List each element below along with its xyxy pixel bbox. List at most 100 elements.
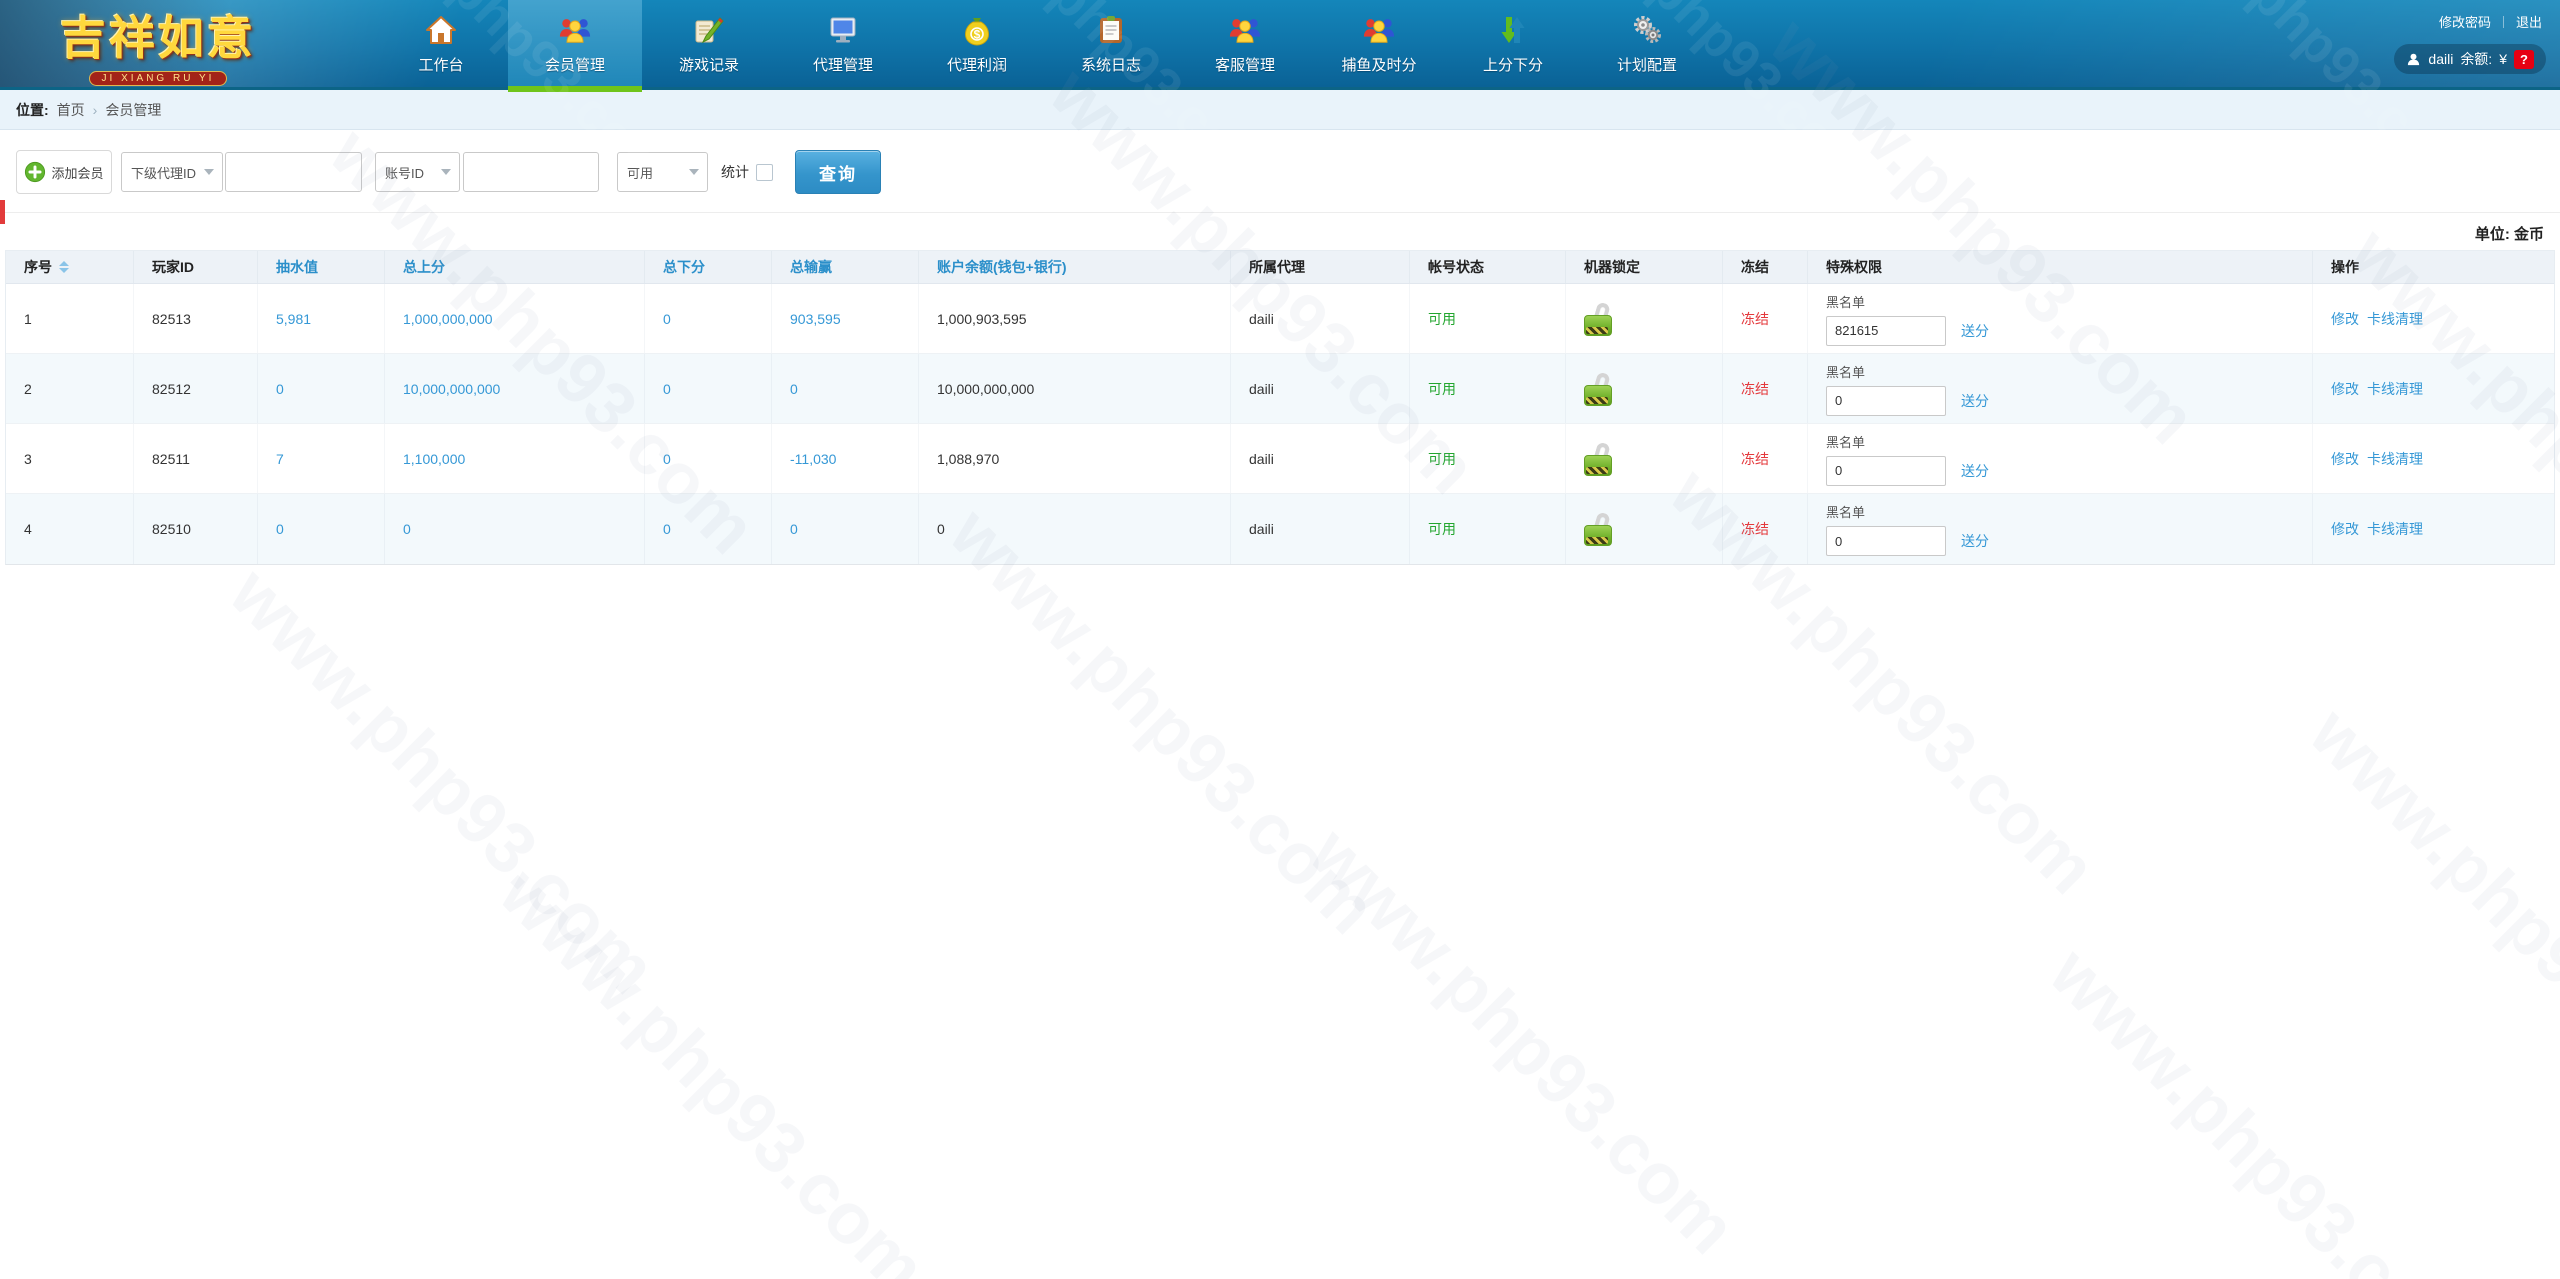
- divider: [2503, 16, 2504, 28]
- edit-link[interactable]: 修改: [2331, 309, 2359, 329]
- up-down-arrows-icon: [1495, 13, 1531, 47]
- account-id-select[interactable]: 账号ID: [375, 152, 460, 192]
- total-down-link[interactable]: 0: [663, 451, 671, 467]
- win-loss-link[interactable]: 0: [790, 381, 798, 397]
- unlock-icon[interactable]: [1584, 302, 1614, 336]
- send-score-input[interactable]: [1826, 526, 1946, 556]
- watermark-text: www.php93.com: [2034, 932, 2492, 1279]
- blacklist-label: 黑名单: [1826, 362, 1865, 381]
- nav-label: 工作台: [418, 54, 463, 75]
- members-icon: [1361, 13, 1397, 47]
- total-up-link[interactable]: 1,100,000: [403, 451, 465, 467]
- nav-item-member-management[interactable]: 会员管理: [508, 0, 642, 89]
- change-password-link[interactable]: 修改密码: [2439, 12, 2491, 31]
- search-button[interactable]: 查询: [795, 150, 881, 194]
- cell-serial: 1: [6, 284, 134, 353]
- header-total-up[interactable]: 总上分: [385, 251, 645, 283]
- username: daili: [2428, 51, 2453, 67]
- nav-label: 代理利润: [947, 54, 1007, 75]
- freeze-link[interactable]: 冻结: [1741, 449, 1769, 469]
- total-down-link[interactable]: 0: [663, 521, 671, 537]
- edit-link[interactable]: 修改: [2331, 449, 2359, 469]
- send-score-link[interactable]: 送分: [1961, 531, 1989, 551]
- header-total-down[interactable]: 总下分: [645, 251, 772, 283]
- rake-link[interactable]: 7: [276, 451, 284, 467]
- add-member-button[interactable]: 添加会员: [16, 150, 112, 194]
- total-down-link[interactable]: 0: [663, 381, 671, 397]
- unlock-icon[interactable]: [1584, 442, 1614, 476]
- send-score-link[interactable]: 送分: [1961, 461, 1989, 481]
- header-rake[interactable]: 抽水值: [258, 251, 385, 283]
- win-loss-link[interactable]: 903,595: [790, 311, 841, 327]
- breadcrumb-home[interactable]: 首页: [57, 100, 85, 120]
- watermark-text: www.php93.com: [214, 552, 672, 1010]
- nav-item-score-up-down[interactable]: 上分下分: [1446, 0, 1580, 89]
- status-select[interactable]: 可用: [617, 152, 708, 192]
- cell-serial: 4: [6, 494, 134, 564]
- clear-line-link[interactable]: 卡线清理: [2367, 379, 2423, 399]
- stats-checkbox[interactable]: [756, 164, 773, 181]
- nav-item-workbench[interactable]: 工作台: [374, 0, 508, 89]
- rake-link[interactable]: 0: [276, 381, 284, 397]
- win-loss-link[interactable]: 0: [790, 521, 798, 537]
- nav-item-agent-profit[interactable]: $ 代理利润: [910, 0, 1044, 89]
- send-score-input[interactable]: [1826, 316, 1946, 346]
- cell-player-id: 82512: [134, 354, 258, 423]
- status-badge: 可用: [1428, 379, 1456, 399]
- nav-item-game-records[interactable]: 游戏记录: [642, 0, 776, 89]
- header-serial[interactable]: 序号: [6, 251, 134, 283]
- unlock-icon[interactable]: [1584, 512, 1614, 546]
- nav-item-system-log[interactable]: 系统日志: [1044, 0, 1178, 89]
- breadcrumb: 位置: 首页 › 会员管理: [0, 90, 2560, 130]
- money-bag-icon: $: [959, 13, 995, 47]
- breadcrumb-separator: ›: [93, 102, 98, 118]
- win-loss-link[interactable]: -11,030: [790, 451, 836, 467]
- freeze-link[interactable]: 冻结: [1741, 519, 1769, 539]
- header-win-loss[interactable]: 总输赢: [772, 251, 919, 283]
- cell-serial: 2: [6, 354, 134, 423]
- edit-link[interactable]: 修改: [2331, 379, 2359, 399]
- nav-label: 计划配置: [1617, 54, 1677, 75]
- nav-item-fishing-points[interactable]: 捕鱼及时分: [1312, 0, 1446, 89]
- account-id-input[interactable]: [463, 152, 599, 192]
- rake-link[interactable]: 5,981: [276, 311, 311, 327]
- nav-item-support-management[interactable]: 客服管理: [1178, 0, 1312, 89]
- clear-line-link[interactable]: 卡线清理: [2367, 519, 2423, 539]
- gears-icon: [1629, 13, 1665, 47]
- balance-refresh-badge[interactable]: ?: [2514, 50, 2534, 69]
- unlock-icon[interactable]: [1584, 372, 1614, 406]
- edit-link[interactable]: 修改: [2331, 519, 2359, 539]
- chevron-down-icon: [441, 169, 451, 175]
- table-header-row: 序号 玩家ID 抽水值 总上分 总下分 总输赢 账户余额(钱包+银行) 所属代理…: [6, 251, 2554, 284]
- plus-icon: [24, 161, 46, 183]
- total-up-link[interactable]: 10,000,000,000: [403, 381, 500, 397]
- clear-line-link[interactable]: 卡线清理: [2367, 309, 2423, 329]
- send-score-link[interactable]: 送分: [1961, 391, 1989, 411]
- rake-link[interactable]: 0: [276, 521, 284, 537]
- total-up-link[interactable]: 0: [403, 521, 411, 537]
- nav-item-plan-config[interactable]: 计划配置: [1580, 0, 1714, 89]
- agent-id-input[interactable]: [225, 152, 362, 192]
- nav-item-agent-management[interactable]: 代理管理: [776, 0, 910, 89]
- total-down-link[interactable]: 0: [663, 311, 671, 327]
- freeze-link[interactable]: 冻结: [1741, 309, 1769, 329]
- topbar-links: 修改密码 退出: [2439, 12, 2542, 31]
- home-icon: [423, 13, 459, 47]
- nav-label: 代理管理: [813, 54, 873, 75]
- nav-label: 游戏记录: [679, 54, 739, 75]
- nav-label: 客服管理: [1215, 54, 1275, 75]
- logout-link[interactable]: 退出: [2516, 12, 2542, 31]
- send-score-link[interactable]: 送分: [1961, 321, 1989, 341]
- nav-label: 上分下分: [1483, 54, 1543, 75]
- cell-balance: 1,088,970: [919, 424, 1231, 493]
- send-score-input[interactable]: [1826, 386, 1946, 416]
- freeze-link[interactable]: 冻结: [1741, 379, 1769, 399]
- cell-player-id: 82511: [134, 424, 258, 493]
- clear-line-link[interactable]: 卡线清理: [2367, 449, 2423, 469]
- user-icon: [2406, 52, 2421, 67]
- agent-id-select[interactable]: 下级代理ID: [121, 152, 223, 192]
- header-balance[interactable]: 账户余额(钱包+银行): [919, 251, 1231, 283]
- nav-label: 会员管理: [545, 54, 605, 75]
- total-up-link[interactable]: 1,000,000,000: [403, 311, 493, 327]
- send-score-input[interactable]: [1826, 456, 1946, 486]
